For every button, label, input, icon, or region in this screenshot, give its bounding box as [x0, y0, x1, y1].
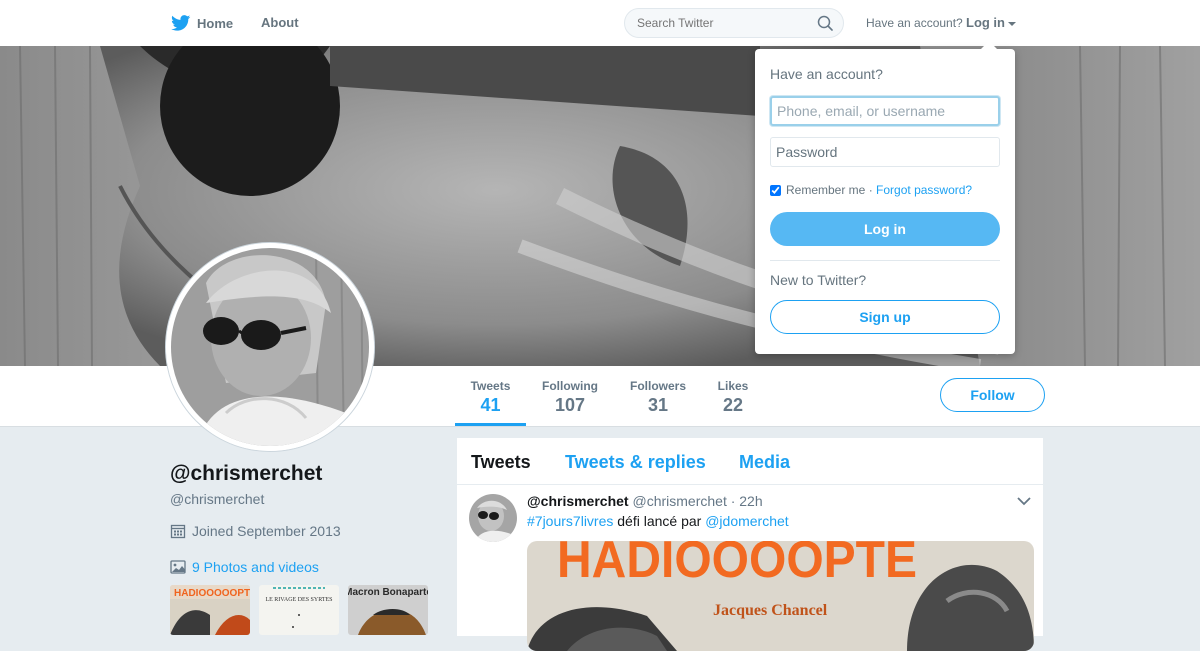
tweet-avatar-photo — [469, 494, 517, 542]
remember-me-label[interactable]: Remember me — [786, 183, 865, 197]
tweet-item[interactable]: @chrismerchet @chrismerchet · 22h #7jour… — [457, 484, 1043, 651]
tweet-header: @chrismerchet @chrismerchet · 22h — [527, 493, 763, 509]
stat-followers[interactable]: Followers 31 — [624, 366, 692, 416]
media-thumbnail-2[interactable]: LE RIVAGE DES SYRTES — [259, 585, 339, 635]
remember-separator: · — [868, 183, 873, 197]
stat-following-label: Following — [542, 379, 598, 393]
login-button[interactable]: Log in — [770, 212, 1000, 246]
twitter-bird-icon — [171, 15, 191, 31]
thumbnail-book-1: HADIOOOOOPTE — [170, 585, 250, 635]
login-dropdown: Have an account? Remember me · Forgot pa… — [755, 41, 1015, 354]
tweet-book-cover: HADIOOOOPTE Jacques Chancel — [527, 541, 1034, 651]
joined-date: Joined September 2013 — [170, 523, 341, 539]
stat-likes-value: 22 — [722, 395, 744, 415]
dropdown-divider — [770, 260, 1000, 261]
timeline-tabs: Tweets Tweets & replies Media — [457, 438, 1043, 485]
timeline: Tweets Tweets & replies Media @chrismerc… — [456, 437, 1044, 651]
thumbnail-2-caption: LE RIVAGE DES SYRTES — [265, 597, 332, 603]
login-dropdown-toggle[interactable]: Log in — [966, 15, 1016, 30]
tab-tweets[interactable]: Tweets — [471, 452, 531, 473]
tab-tweets-and-replies[interactable]: Tweets & replies — [565, 452, 706, 473]
photos-and-videos-link[interactable]: 9 Photos and videos — [170, 559, 319, 575]
thumbnail-book-3: Macron Bonaparte — [348, 585, 428, 635]
profile-screen-name[interactable]: @chrismerchet — [170, 462, 322, 486]
joined-date-text: Joined September 2013 — [192, 523, 341, 539]
stat-followers-label: Followers — [629, 379, 686, 393]
search-input[interactable] — [637, 16, 807, 30]
tweet-mention[interactable]: @jdomerchet — [705, 513, 788, 529]
stat-tweets-value: 41 — [480, 395, 501, 415]
avatar-photo — [166, 243, 374, 451]
tweet-text-body: défi lancé par — [617, 513, 702, 529]
stat-following[interactable]: Following 107 — [537, 366, 603, 416]
thumbnail-3-caption: Macron Bonaparte — [348, 587, 428, 598]
login-toggle-label: Log in — [966, 15, 1005, 30]
remember-me-row: Remember me · Forgot password? — [770, 183, 972, 197]
signup-button[interactable]: Sign up — [770, 300, 1000, 334]
tweet-media-author: Jacques Chancel — [713, 602, 828, 619]
tab-media[interactable]: Media — [739, 452, 790, 473]
nav-home-label: Home — [197, 15, 234, 31]
tweet-media-image[interactable]: HADIOOOOPTE Jacques Chancel — [527, 541, 1034, 651]
stat-likes[interactable]: Likes 22 — [713, 366, 753, 416]
follow-button[interactable]: Follow — [940, 378, 1045, 412]
search-icon[interactable] — [817, 15, 833, 31]
media-thumbnail-1[interactable]: HADIOOOOOPTE — [170, 585, 250, 635]
stat-followers-value: 31 — [647, 395, 669, 415]
thumbnail-1-caption: HADIOOOOOPTE — [174, 588, 250, 599]
calendar-icon — [170, 524, 186, 539]
stat-tweets[interactable]: Tweets 41 — [455, 366, 526, 426]
top-nav-bar: Home About Have an account? Log in — [0, 0, 1200, 47]
chevron-down-icon — [1008, 21, 1016, 26]
tweet-author-name[interactable]: @chrismerchet — [527, 493, 629, 509]
tweet-author-avatar[interactable] — [469, 494, 517, 542]
thumbnail-book-2: LE RIVAGE DES SYRTES — [259, 585, 339, 635]
nav-about-label: About — [261, 15, 299, 30]
account-prompt: Have an account? — [866, 16, 963, 30]
tweet-hashtag[interactable]: #7jours7livres — [527, 513, 613, 529]
nav-about-link[interactable]: About — [261, 15, 299, 30]
image-icon — [170, 560, 186, 574]
login-dropdown-title: Have an account? — [770, 66, 883, 82]
tweet-timestamp[interactable]: · 22h — [731, 493, 763, 509]
search-box[interactable] — [624, 8, 844, 38]
username-field[interactable] — [770, 96, 1000, 126]
nav-home-link[interactable]: Home — [171, 15, 233, 31]
forgot-password-link[interactable]: Forgot password? — [876, 183, 972, 197]
profile-handle[interactable]: @chrismerchet — [170, 491, 264, 507]
stat-following-value: 107 — [554, 395, 586, 415]
tweet-author-handle[interactable]: @chrismerchet — [632, 493, 726, 509]
stat-likes-label: Likes — [717, 379, 749, 393]
dropdown-arrow — [981, 41, 997, 49]
tweet-media-title: HADIOOOOPTE — [557, 541, 917, 589]
photos-and-videos-label: 9 Photos and videos — [192, 559, 319, 575]
password-field[interactable] — [770, 137, 1000, 167]
remember-me-checkbox[interactable] — [770, 184, 781, 196]
tweet-text: #7jours7livres défi lancé par @jdomerche… — [527, 513, 789, 529]
new-to-twitter-prompt: New to Twitter? — [770, 272, 867, 288]
profile-avatar[interactable] — [166, 243, 374, 451]
tweet-options-chevron-icon[interactable] — [1017, 496, 1031, 506]
media-thumbnail-3[interactable]: Macron Bonaparte — [348, 585, 428, 635]
stat-tweets-label: Tweets — [470, 379, 511, 393]
